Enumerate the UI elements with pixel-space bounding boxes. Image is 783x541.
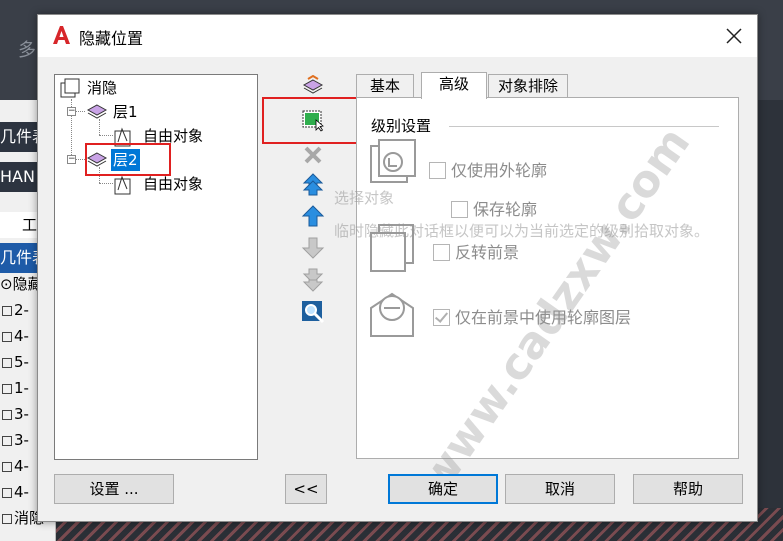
keep-contour-checkbox[interactable]: [451, 201, 468, 218]
autocad-logo-icon: [51, 24, 71, 46]
close-icon: [726, 28, 742, 44]
move-to-top-icon: [302, 173, 324, 196]
collapse-icon[interactable]: −: [67, 107, 76, 116]
hide-root-icon: [60, 78, 82, 102]
magnifier-icon: [302, 301, 325, 324]
tab-advanced[interactable]: 高级: [421, 72, 487, 99]
contour-layer-icon: [367, 288, 417, 344]
reverse-foreground-checkbox[interactable]: [433, 244, 450, 261]
tab-object-exclude[interactable]: 对象排除: [488, 74, 568, 98]
use-contour-layer-option[interactable]: 仅在前景中使用轮廓图层: [433, 304, 631, 328]
use-outer-contour-checkbox[interactable]: [429, 162, 446, 179]
dialog-title: 隐藏位置: [79, 29, 144, 48]
reverse-foreground-option[interactable]: 反转前景: [433, 239, 519, 263]
delete-button[interactable]: [300, 142, 326, 168]
advanced-panel: 级别设置 仅使用外轮廓 保存轮廓 反转前景 仅在前景中使用轮廓图层: [356, 97, 739, 459]
help-button[interactable]: 帮助: [633, 474, 743, 504]
preview-button[interactable]: [300, 299, 326, 325]
free-object-icon: [113, 173, 135, 199]
collapse-button[interactable]: <<: [285, 474, 327, 504]
delete-x-icon: [304, 146, 322, 164]
use-contour-layer-checkbox[interactable]: [433, 309, 450, 326]
tree-node-layer2-free-object[interactable]: 自由对象: [141, 173, 205, 195]
layer-icon: [86, 101, 108, 125]
close-button[interactable]: [719, 21, 749, 51]
collapse-icon[interactable]: −: [67, 155, 76, 164]
tree-node-root[interactable]: 消隐: [85, 77, 119, 99]
hide-location-dialog: 隐藏位置 消隐 − 层1 自由对象 − 层2 自由对象 基本 高级 对象排除 级…: [37, 14, 758, 522]
settings-button[interactable]: 设置 ...: [54, 474, 174, 504]
dialog-titlebar[interactable]: 隐藏位置: [38, 15, 757, 57]
arrow-up-icon: [301, 205, 325, 227]
tree-node-layer1[interactable]: 层1: [111, 101, 140, 123]
cancel-button[interactable]: 取消: [505, 474, 615, 504]
move-down-button[interactable]: [300, 235, 326, 261]
tab-basic[interactable]: 基本: [356, 74, 414, 98]
level-settings-label: 级别设置: [371, 117, 432, 135]
move-up-button[interactable]: [300, 203, 326, 229]
keep-contour-option[interactable]: 保存轮廓: [451, 196, 537, 220]
highlight-box: [262, 97, 358, 144]
ghost-tooltip-title: 选择对象: [334, 189, 395, 207]
highlight-box: [85, 143, 171, 176]
move-bottom-button[interactable]: [300, 267, 326, 293]
move-to-bottom-icon: [302, 268, 324, 292]
ghost-tooltip-text: 临时隐藏此对话框以便可以为当前选定的级别拾取对象。: [334, 222, 710, 240]
use-outer-contour-option[interactable]: 仅使用外轮廓: [429, 157, 547, 181]
move-top-button[interactable]: [300, 171, 326, 197]
hide-tree-view[interactable]: 消隐 − 层1 自由对象 − 层2 自由对象: [54, 74, 258, 460]
group-divider: [449, 126, 719, 127]
background-text: 多: [18, 40, 36, 61]
ok-button[interactable]: 确定: [388, 474, 498, 504]
layer-stack-icon: [302, 75, 324, 94]
outer-contour-icon: [369, 138, 417, 188]
arrow-down-icon: [301, 237, 325, 259]
